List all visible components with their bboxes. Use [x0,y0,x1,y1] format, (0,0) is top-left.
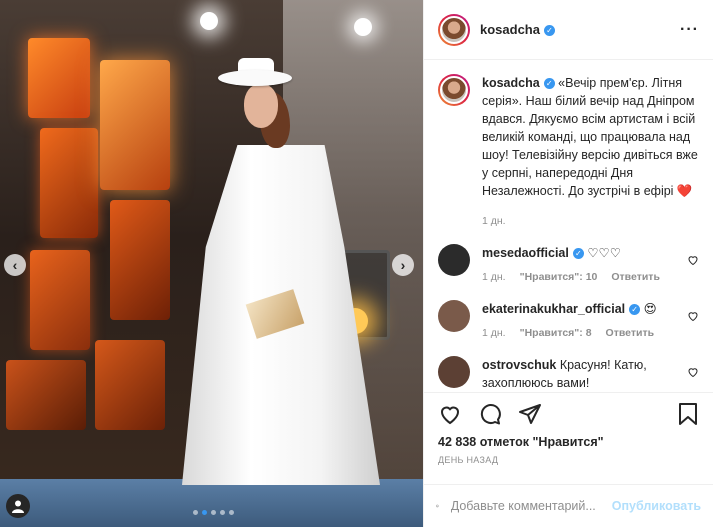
user-icon [12,500,24,513]
pagination-dot [220,510,225,515]
post-side-panel: kosadcha ✓ ··· kosadcha ✓ «Вечір прем'єр. … [423,0,713,527]
pagination-dot [193,510,198,515]
author-avatar[interactable] [438,74,470,106]
heart-icon[interactable] [687,254,699,266]
tagged-users-button[interactable] [6,494,30,518]
face [244,84,278,128]
reply-button[interactable]: Ответить [611,268,660,286]
comment-username[interactable]: ekaterinakukhar_official [482,302,625,316]
verified-badge-icon: ✓ [543,25,555,37]
author-username[interactable]: kosadcha ✓ [480,22,555,37]
author-avatar[interactable] [438,13,470,46]
heart-icon[interactable] [438,402,462,426]
post-header: kosadcha ✓ ··· [424,0,713,60]
stage-light-panel [40,128,98,238]
likes-count[interactable]: 42 838 отметок "Нравится" [438,435,699,449]
pagination-dot-active [202,510,207,515]
commenter-avatar[interactable] [438,244,470,276]
stage-light-panel [28,38,90,118]
smile-icon[interactable] [436,494,439,518]
stage-light-panel [6,360,86,430]
comment-time[interactable]: 1 дн. [482,324,506,342]
heart-icon[interactable] [687,366,699,378]
verified-badge-icon: ✓ [572,248,584,260]
stage-light-panel [30,250,90,350]
caption-username[interactable]: kosadcha [482,76,540,90]
comment-username[interactable]: ostrovschuk [482,358,556,372]
comment-text: 😍 [643,302,657,316]
more-options-icon[interactable]: ··· [680,21,699,39]
post-date[interactable]: День назад [438,455,699,465]
comment-likes[interactable]: "Нравится": 10 [520,268,598,286]
stage-light-panel [95,340,165,430]
comment-time[interactable]: 1 дн. [482,268,506,286]
previous-photo-button[interactable]: ‹ [4,254,26,276]
comment-username[interactable]: mesedaofficial [482,246,569,260]
spotlight [354,18,372,36]
comment-text: ♡♡♡ [587,246,621,260]
comment-likes[interactable]: "Нравится": 8 [520,324,592,342]
heart-icon[interactable] [687,310,699,322]
publish-button[interactable]: Опубликовать [612,499,701,513]
verified-badge-icon: ✓ [629,304,641,316]
bookmark-icon[interactable] [677,402,699,426]
hat-brim [218,70,292,86]
pagination-dot [229,510,234,515]
comments-list: kosadcha ✓ «Вечір прем'єр. Літня серія». … [424,60,713,392]
comment-item: mesedaofficial ✓ ♡♡♡ 1 дн. "Нравится": 10… [438,244,699,286]
reply-button[interactable]: Ответить [606,324,655,342]
comment-item: ekaterinakukhar_official ✓ 😍 1 дн. "Нрави… [438,300,699,342]
add-comment-bar: Опубликовать [424,484,713,527]
comment-item: ostrovschuk Красуня! Катю, захоплююсь ва… [438,356,699,392]
caption: kosadcha ✓ «Вечір прем'єр. Літня серія». … [438,74,699,230]
pagination-dot [211,510,216,515]
stage-light-panel [100,60,170,190]
stage-floor [0,479,423,527]
commenter-avatar[interactable] [438,300,470,332]
caption-time: 1 дн. [482,215,506,227]
caption-text: «Вечір прем'єр. Літня серія». Наш білий … [482,76,698,198]
post-actions: 42 838 отметок "Нравится" День назад [424,392,713,484]
post-photo[interactable]: ‹ › [0,0,423,527]
commenter-avatar[interactable] [438,356,470,388]
share-icon[interactable] [518,402,542,426]
next-photo-button[interactable]: › [392,254,414,276]
stage-light-panel [110,200,170,320]
photo-pagination [193,510,234,515]
spotlight [200,12,218,30]
comment-icon[interactable] [478,402,502,426]
comment-input[interactable] [450,499,612,513]
verified-badge-icon: ✓ [543,78,555,90]
